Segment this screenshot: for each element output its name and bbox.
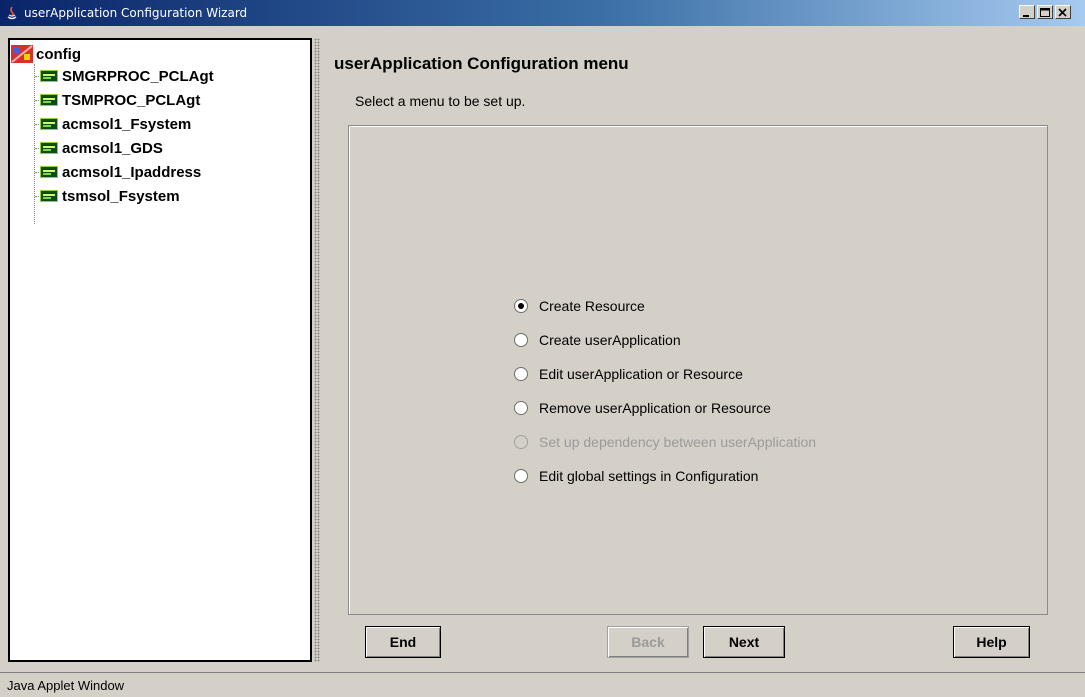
close-button[interactable] — [1055, 5, 1071, 19]
minimize-button[interactable] — [1019, 5, 1035, 19]
page-instruction: Select a menu to be set up. — [355, 93, 526, 109]
tree-root-label: config — [36, 45, 81, 63]
resource-icon — [40, 166, 58, 178]
tree-item-tsmsol-fsystem[interactable]: tsmsol_Fsystem — [10, 184, 214, 208]
resource-icon — [40, 94, 58, 106]
tree-item-label: acmsol1_Fsystem — [62, 115, 192, 133]
status-bar: Java Applet Window — [0, 672, 1085, 697]
radio-button[interactable] — [514, 299, 528, 313]
tree-item-label: tsmsol_Fsystem — [62, 187, 180, 205]
option-label: Edit global settings in Configuration — [539, 468, 759, 484]
radio-button[interactable] — [514, 367, 528, 381]
option-label: Remove userApplication or Resource — [539, 400, 771, 416]
tree-item-acmsol1-ipaddress[interactable]: acmsol1_Ipaddress — [10, 160, 214, 184]
tree-item-label: acmsol1_Ipaddress — [62, 163, 202, 181]
tree-item-acmsol1-gds[interactable]: acmsol1_GDS — [10, 136, 214, 160]
tree-children: SMGRPROC_PCLAgt TSMPROC_PCLAgt acmsol1_F… — [10, 64, 214, 208]
wizard-window: userApplication Configuration Wizard con… — [0, 0, 1085, 697]
radio-button[interactable] — [514, 401, 528, 415]
option-edit-userapplication[interactable]: Edit userApplication or Resource — [514, 357, 816, 391]
menu-options: Create Resource Create userApplication E… — [514, 289, 816, 493]
tree-item-acmsol1-fsystem[interactable]: acmsol1_Fsystem — [10, 112, 214, 136]
option-create-userapplication[interactable]: Create userApplication — [514, 323, 816, 357]
tree-item-label: acmsol1_GDS — [62, 139, 163, 157]
tree-root-config[interactable]: config — [10, 44, 81, 64]
java-icon — [4, 5, 20, 21]
maximize-button[interactable] — [1037, 5, 1053, 19]
tree-item-tsmproc[interactable]: TSMPROC_PCLAgt — [10, 88, 214, 112]
option-label: Create Resource — [539, 298, 645, 314]
end-button[interactable]: End — [365, 626, 441, 658]
resource-icon — [40, 118, 58, 130]
tree-item-label: TSMPROC_PCLAgt — [62, 91, 201, 109]
option-set-up-dependency: Set up dependency between userApplicatio… — [514, 425, 816, 459]
configuration-tree[interactable]: config SMGRPROC_PCLAgt TSMPROC_PCLAgt ac… — [8, 38, 312, 662]
option-remove-userapplication[interactable]: Remove userApplication or Resource — [514, 391, 816, 425]
window-title: userApplication Configuration Wizard — [24, 6, 248, 20]
maximize-icon — [1040, 8, 1050, 17]
config-icon — [10, 44, 34, 64]
option-label: Set up dependency between userApplicatio… — [539, 434, 817, 450]
page-title: userApplication Configuration menu — [334, 54, 629, 73]
help-button[interactable]: Help — [953, 626, 1030, 658]
status-text: Java Applet Window — [7, 677, 125, 693]
resource-icon — [40, 142, 58, 154]
next-button[interactable]: Next — [703, 626, 785, 658]
resource-icon — [40, 190, 58, 202]
title-bar[interactable]: userApplication Configuration Wizard — [0, 0, 1085, 26]
back-button: Back — [607, 626, 689, 658]
option-label: Create userApplication — [539, 332, 681, 348]
minimize-icon — [1023, 15, 1029, 17]
close-icon — [1058, 8, 1067, 17]
resource-icon — [40, 70, 58, 82]
tree-item-label: SMGRPROC_PCLAgt — [62, 67, 214, 85]
radio-button[interactable] — [514, 469, 528, 483]
option-label: Edit userApplication or Resource — [539, 366, 743, 382]
window-controls — [1017, 5, 1071, 19]
pane-splitter[interactable] — [314, 38, 320, 662]
tree-item-smgrproc[interactable]: SMGRPROC_PCLAgt — [10, 64, 214, 88]
option-edit-global-settings[interactable]: Edit global settings in Configuration — [514, 459, 816, 493]
radio-button[interactable] — [514, 333, 528, 347]
option-create-resource[interactable]: Create Resource — [514, 289, 816, 323]
radio-button — [514, 435, 528, 449]
